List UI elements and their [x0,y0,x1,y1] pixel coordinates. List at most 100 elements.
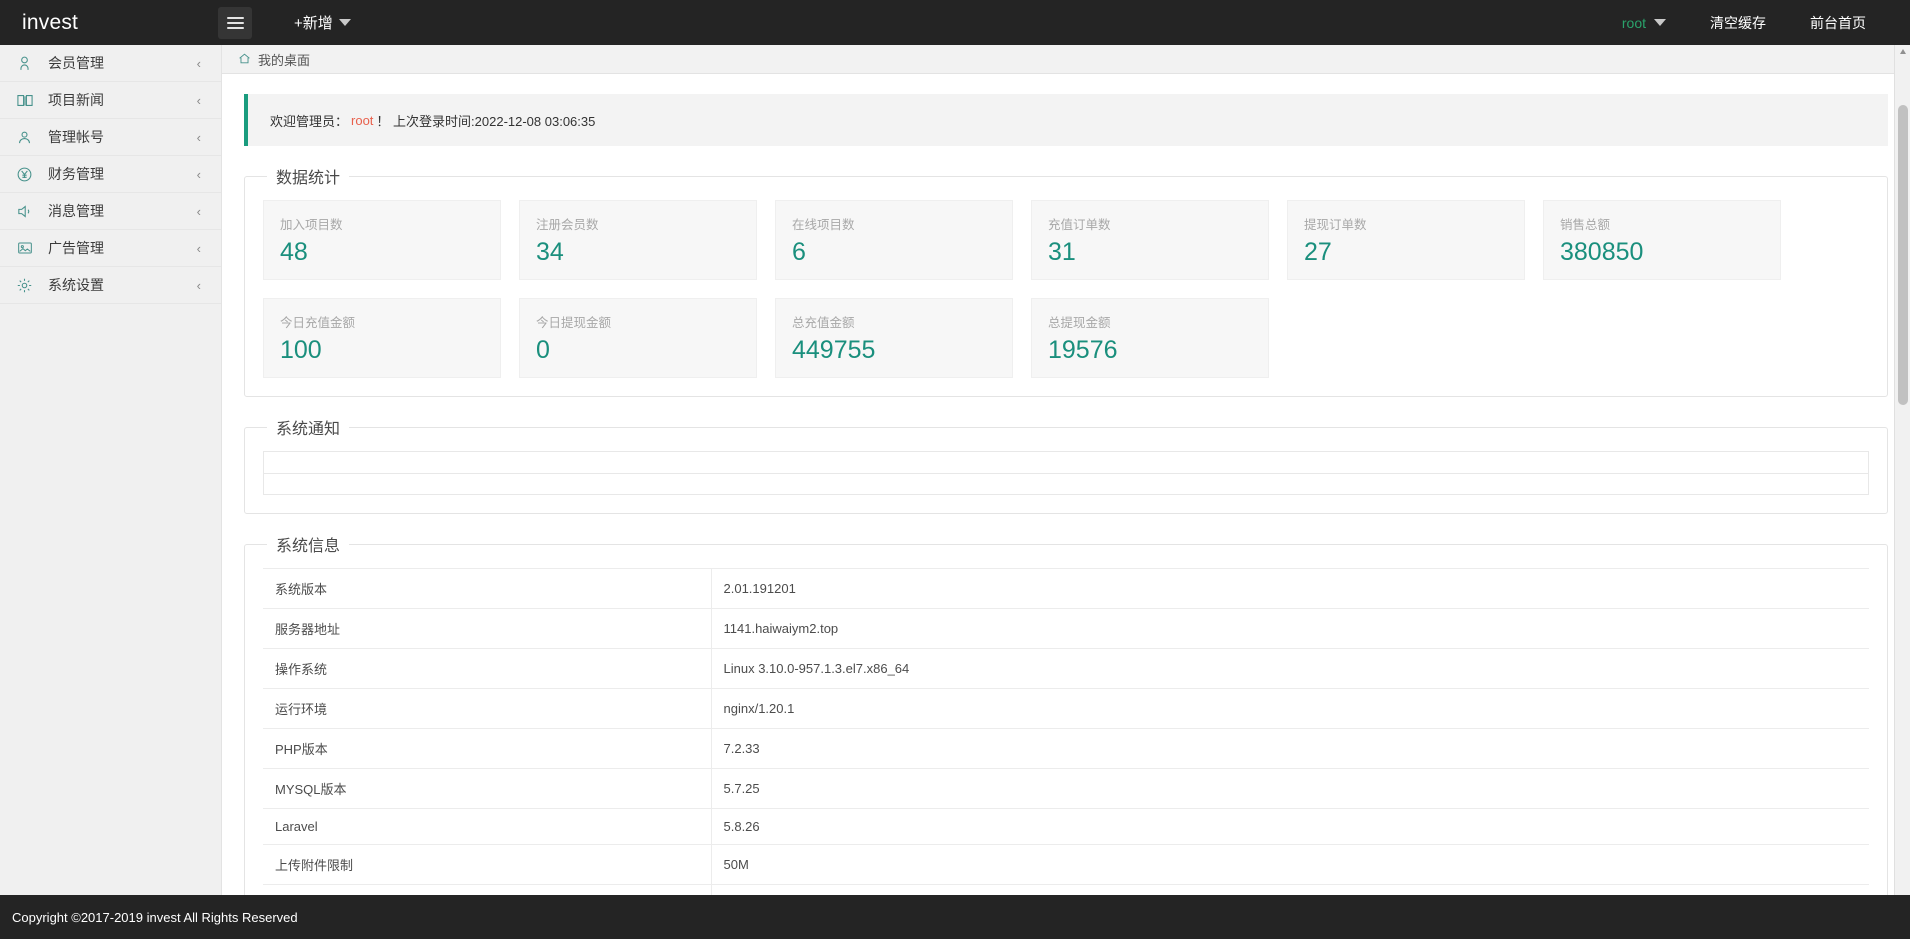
stat-card-value: 0 [536,338,740,363]
chevron-left-icon: ‹ [197,167,221,182]
system-notice-title: 系统通知 [267,415,349,439]
table-row: Laravel 5.8.26 [263,809,1869,845]
sidebar-item-label: 会员管理 [42,53,197,73]
stats-panel-title: 数据统计 [267,164,349,188]
stat-card: 今日充值金额 100 [263,298,501,378]
stat-card-label: 销售总额 [1560,214,1764,233]
add-new-dropdown[interactable]: +新增 [294,12,351,33]
sidebar-item-label: 财务管理 [42,164,197,184]
table-cell-key: Laravel [263,809,711,845]
stat-card-label: 总提现金额 [1048,312,1252,331]
sidebar-item-label: 消息管理 [42,201,197,221]
welcome-banner: 欢迎管理员： root ！ 上次登录时间:2022-12-08 03:06:35 [244,94,1888,146]
hamburger-bar [227,27,244,29]
image-icon [16,239,42,257]
stat-card: 总提现金额 19576 [1031,298,1269,378]
chevron-left-icon: ‹ [197,56,221,71]
stat-card-label: 加入项目数 [280,214,484,233]
content-scroll-area: 欢迎管理员： root ！ 上次登录时间:2022-12-08 03:06:35… [222,94,1910,939]
vertical-scrollbar[interactable] [1894,45,1910,939]
stat-card-value: 31 [1048,240,1252,265]
sidebar-item-project-news[interactable]: 项目新闻 ‹ [0,82,221,119]
yen-circle-icon [16,165,42,183]
chevron-left-icon: ‹ [197,93,221,108]
hamburger-bar [227,22,244,24]
sidebar-item-system-settings[interactable]: 系统设置 ‹ [0,267,221,304]
brand-logo[interactable]: invest [0,0,222,45]
stat-card: 注册会员数 34 [519,200,757,280]
chevron-left-icon: ‹ [197,241,221,256]
table-cell-value: 5.7.25 [711,769,1869,809]
stat-card-label: 今日充值金额 [280,312,484,331]
sidebar-navigation: 会员管理 ‹ 项目新闻 ‹ 管理帐号 ‹ [0,45,222,939]
list-item[interactable] [263,451,1869,473]
sidebar-item-member-management[interactable]: 会员管理 ‹ [0,45,221,82]
stat-card-label: 提现订单数 [1304,214,1508,233]
gear-icon [16,276,42,294]
table-cell-key: 操作系统 [263,649,711,689]
stat-card-value: 6 [792,240,996,265]
table-row: 系统版本 2.01.191201 [263,569,1869,609]
stat-card-label: 注册会员数 [536,214,740,233]
brand-text: invest [22,11,78,35]
add-new-label: +新增 [294,12,333,33]
sidebar-item-admin-account[interactable]: 管理帐号 ‹ [0,119,221,156]
stat-card-value: 449755 [792,338,996,363]
scrollbar-thumb[interactable] [1898,105,1908,405]
system-info-title: 系统信息 [267,532,349,556]
sidebar-item-advertisement-management[interactable]: 广告管理 ‹ [0,230,221,267]
menu-toggle-button[interactable] [218,7,252,39]
stat-card-value: 19576 [1048,338,1252,363]
footer-bar: Copyright ©2017-2019 invest All Rights R… [0,895,1910,939]
stat-card-label: 充值订单数 [1048,214,1252,233]
clear-cache-button[interactable]: 清空缓存 [1688,0,1788,45]
table-cell-value: nginx/1.20.1 [711,689,1869,729]
stat-card-label: 今日提现金额 [536,312,740,331]
table-cell-key: MYSQL版本 [263,769,711,809]
stat-card-value: 27 [1304,240,1508,265]
front-page-link[interactable]: 前台首页 [1788,0,1888,45]
stat-card-value: 48 [280,240,484,265]
stat-card: 充值订单数 31 [1031,200,1269,280]
welcome-suffix: ！ 上次登录时间:2022-12-08 03:06:35 [376,111,595,130]
chevron-left-icon: ‹ [197,204,221,219]
chevron-left-icon: ‹ [197,278,221,293]
speaker-icon [16,202,42,220]
system-notice-list [263,451,1869,495]
stat-card: 销售总额 380850 [1543,200,1781,280]
stat-card-label: 总充值金额 [792,312,996,331]
sidebar-item-label: 管理帐号 [42,127,197,147]
front-page-label: 前台首页 [1810,13,1866,33]
user-menu[interactable]: root [1600,0,1688,45]
list-item[interactable] [263,473,1869,495]
table-cell-value: 1141.haiwaiym2.top [711,609,1869,649]
chevron-left-icon: ‹ [197,130,221,145]
stat-card: 提现订单数 27 [1287,200,1525,280]
hamburger-bar [227,17,244,19]
sidebar-item-finance-management[interactable]: 财务管理 ‹ [0,156,221,193]
stats-card-grid: 加入项目数 48 注册会员数 34 在线项目数 6 充值订单数 31 [263,200,1869,378]
chevron-down-icon [339,19,351,26]
scroll-up-arrow-icon[interactable] [1900,49,1906,54]
system-info-panel: 系统信息 系统版本 2.01.191201 服务器地址 1141.haiwaiy… [244,532,1888,939]
stat-card: 加入项目数 48 [263,200,501,280]
system-notice-panel: 系统通知 [244,415,1888,514]
table-cell-key: 系统版本 [263,569,711,609]
stat-card: 今日提现金额 0 [519,298,757,378]
top-navigation-bar: invest +新增 root 清空缓存 前台首页 [0,0,1910,45]
copyright-text: Copyright ©2017-2019 invest All Rights R… [12,910,298,925]
user-icon [16,54,42,72]
table-cell-key: 运行环境 [263,689,711,729]
table-row: 操作系统 Linux 3.10.0-957.1.3.el7.x86_64 [263,649,1869,689]
table-cell-value: 5.8.26 [711,809,1869,845]
sidebar-item-label: 项目新闻 [42,90,197,110]
main-content: 我的桌面 欢迎管理员： root ！ 上次登录时间:2022-12-08 03:… [222,45,1910,939]
sidebar-item-message-management[interactable]: 消息管理 ‹ [0,193,221,230]
table-cell-key: PHP版本 [263,729,711,769]
table-cell-key: 服务器地址 [263,609,711,649]
user-menu-label: root [1622,15,1646,31]
stats-panel: 数据统计 加入项目数 48 注册会员数 34 在线项目数 6 [244,164,1888,397]
stat-card-value: 380850 [1560,240,1764,265]
chevron-down-icon [1654,19,1666,26]
home-icon [238,52,251,67]
